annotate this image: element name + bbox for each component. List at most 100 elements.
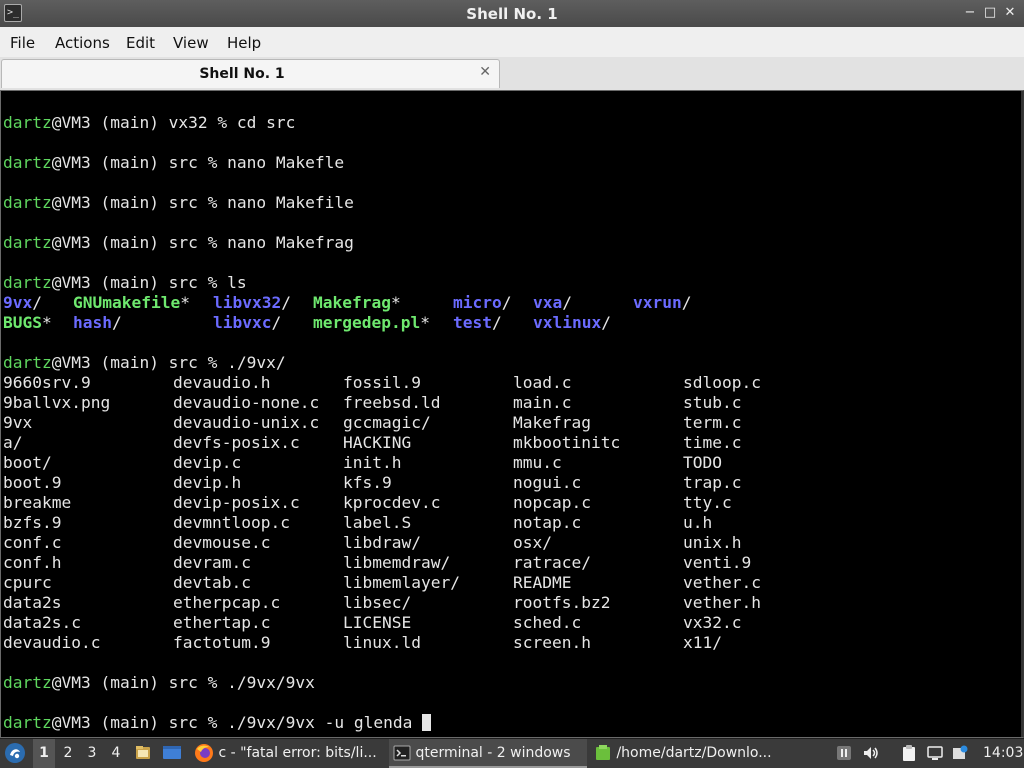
listing-entry: label.S	[343, 513, 412, 532]
listing-entry: nopcap.c	[513, 493, 591, 512]
menu-actions[interactable]: Actions	[55, 34, 110, 52]
tray-clipboard[interactable]	[900, 739, 920, 768]
tab-close-icon[interactable]: ✕	[479, 64, 491, 80]
show-desktop-button[interactable]	[162, 739, 184, 768]
task-file-manager[interactable]: /home/dartz/Downlo...	[590, 739, 788, 768]
listing-entry: sched.c	[513, 613, 582, 632]
start-menu-icon	[5, 743, 25, 763]
terminal-output[interactable]: dartz@VM3 (main) vx32 % cd src dartz@VM3…	[0, 90, 1024, 738]
listing-entry: nogui.c	[513, 473, 582, 492]
workspace-2[interactable]: 2	[57, 739, 79, 768]
listing-entry: devaudio.h	[173, 373, 271, 392]
menu-help[interactable]: Help	[227, 34, 261, 52]
listing-entry: data2s	[3, 593, 62, 612]
listing-entry: devaudio-none.c	[173, 393, 320, 412]
text-cursor	[422, 714, 432, 731]
file-manager-icon	[136, 746, 150, 759]
listing-entry: LICENSE	[343, 613, 412, 632]
task-qterminal[interactable]: qterminal - 2 windows	[389, 739, 587, 768]
ls-entry: Makefrag	[313, 293, 391, 312]
ls-entry: libvx32	[213, 293, 282, 312]
command-text: @VM3 (main) src % ./9vx/	[51, 353, 286, 372]
listing-entry: libmemlayer/	[343, 573, 460, 592]
file-manager-launcher[interactable]	[134, 739, 154, 768]
command-text: @VM3 (main) src % nano Makefrag	[51, 233, 354, 252]
show-desktop-icon	[163, 746, 181, 759]
minimize-button[interactable]: −	[962, 4, 978, 22]
listing-entry: term.c	[683, 413, 742, 432]
ls-entry: 9vx	[3, 293, 33, 312]
prompt-user: dartz	[3, 153, 52, 172]
close-button[interactable]: ✕	[1002, 4, 1018, 22]
pause-icon	[837, 746, 851, 760]
menu-bar: File Actions Edit View Help	[0, 27, 1024, 57]
listing-entry: 9660srv.9	[3, 373, 91, 392]
task-label: qterminal - 2 windows	[415, 745, 571, 761]
terminal-line: dartz@VM3 (main) src % ./9vx/9vx -u glen…	[3, 713, 432, 733]
ls-suffix: /	[271, 313, 282, 332]
listing-entry: stub.c	[683, 393, 742, 412]
workspace-4[interactable]: 4	[105, 739, 127, 768]
ls-entry: vxa	[533, 293, 563, 312]
tray-volume[interactable]	[862, 739, 882, 768]
listing-entry: devip.h	[173, 473, 242, 492]
tray-network[interactable]	[926, 739, 946, 768]
ls-output-row: BUGS* hash/ libvxc/ mergedep.pl* test/ v…	[3, 313, 1003, 333]
listing-entry: screen.h	[513, 633, 591, 652]
menu-file[interactable]: File	[10, 34, 35, 52]
listing-entry: data2s.c	[3, 613, 81, 632]
listing-entry: venti.9	[683, 553, 752, 572]
tab-label: Shell No. 1	[199, 66, 285, 82]
maximize-button[interactable]: □	[982, 4, 998, 22]
listing-entry: devtab.c	[173, 573, 251, 592]
listing-entry: rootfs.bz2	[513, 593, 611, 612]
ls-output-row: 9vx/ GNUmakefile* libvx32/ Makefrag* mic…	[3, 293, 1003, 313]
workspace-1[interactable]: 1	[33, 739, 55, 768]
listing-entry: boot.9	[3, 473, 62, 492]
start-menu-button[interactable]	[4, 739, 28, 768]
listing-entry: fossil.9	[343, 373, 421, 392]
listing-entry: devip-posix.c	[173, 493, 300, 512]
ls-suffix: /	[501, 293, 512, 312]
listing-row: boot.9 devip.h kfs.9 nogui.c trap.c	[3, 473, 1003, 493]
tray-update[interactable]	[952, 739, 970, 768]
ls-entry: test	[453, 313, 492, 332]
ls-suffix: /	[281, 293, 291, 312]
task-label: /home/dartz/Downlo...	[616, 745, 772, 761]
listing-entry: kfs.9	[343, 473, 392, 492]
listing-entry: notap.c	[513, 513, 582, 532]
workspace-3[interactable]: 3	[81, 739, 103, 768]
tab-shell-1[interactable]: Shell No. 1 ✕	[1, 59, 500, 88]
listing-entry: linux.ld	[343, 633, 421, 652]
task-firefox[interactable]: c - "fatal error: bits/li...	[190, 739, 386, 768]
listing-row: conf.c devmouse.c libdraw/osx/unix.h	[3, 533, 1003, 553]
listing-entry: libsec/	[343, 593, 412, 612]
menu-edit[interactable]: Edit	[126, 34, 155, 52]
terminal-scrollbar[interactable]	[1021, 91, 1023, 737]
listing-entry: etherpcap.c	[173, 593, 281, 612]
listing-entry: devaudio-unix.c	[173, 413, 320, 432]
tab-bar: Shell No. 1 ✕	[0, 57, 1024, 90]
listing-entry: libdraw/	[343, 533, 421, 552]
listing-entry: devram.c	[173, 553, 251, 572]
terminal-line: dartz@VM3 (main) vx32 % cd src	[3, 113, 295, 133]
menu-view[interactable]: View	[173, 34, 209, 52]
ls-suffix: *	[180, 293, 190, 312]
tray-pause[interactable]	[836, 739, 854, 768]
listing-row: cpurc devtab.c libmemlayer/README vether.c	[3, 573, 1003, 593]
window-title: Shell No. 1	[466, 5, 558, 23]
listing-entry: conf.h	[3, 553, 62, 572]
listing-entry: trap.c	[683, 473, 742, 492]
listing-entry: tty.c	[683, 493, 732, 512]
listing-entry: main.c	[513, 393, 572, 412]
prompt-user: dartz	[3, 713, 52, 732]
listing-entry: a/	[3, 433, 23, 452]
listing-entry: load.c	[513, 373, 572, 392]
listing-row: data2s.c ethertap.c LICENSE sched.c vx32.c	[3, 613, 1003, 633]
listing-entry: mkbootinitc	[513, 433, 621, 452]
prompt-user: dartz	[3, 193, 52, 212]
listing-row: a/devfs-posix.c HACKING mkbootinitc time.c	[3, 433, 1003, 453]
clipboard-icon	[903, 745, 915, 761]
taskbar: 1 2 3 4 c - "fatal error: bits/li... qte…	[0, 738, 1024, 768]
clock[interactable]: 14:03	[983, 739, 1023, 768]
